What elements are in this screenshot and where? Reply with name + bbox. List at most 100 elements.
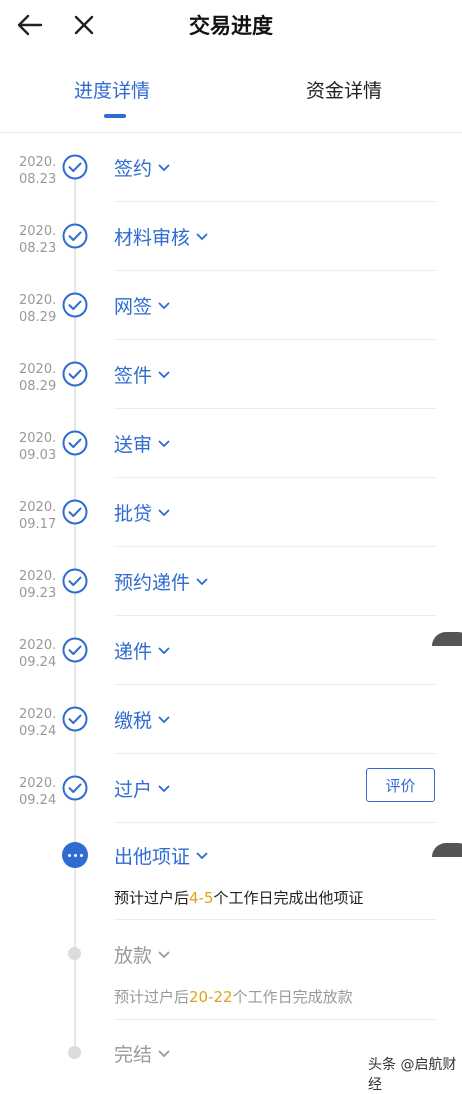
step-date-day: 09.03 [19,448,57,463]
check-circle-icon [62,292,88,318]
step-date-year: 2020. [19,224,57,239]
divider [114,919,436,920]
step-date-year: 2020. [19,362,57,377]
step-label[interactable]: 签件 [114,361,170,388]
step-date-day: 09.24 [19,793,57,808]
step-date-year: 2020. [19,500,57,515]
divider [114,477,436,478]
check-circle-icon [62,706,88,732]
step-date: 2020. 09.23 [19,568,59,602]
desc-prefix: 预计过户后 [114,988,190,1006]
chevron-down-icon [158,370,170,379]
current-step-description: 预计过户后4-5个工作日完成出他项证 [114,887,364,908]
pending-step-title: 放款 [114,945,153,967]
step-label[interactable]: 送审 [114,430,170,457]
evaluate-button[interactable]: 评价 [366,768,435,802]
step-date: 2020. 08.29 [19,361,59,395]
step-label[interactable]: 过户 [114,775,170,802]
chevron-down-icon [158,784,170,793]
step-title: 签约 [114,158,153,180]
pending-step-complete[interactable]: 完结 [114,1040,170,1067]
header-bar: 交易进度 [0,0,462,50]
divider [114,270,436,271]
divider [114,822,436,823]
check-circle-icon [62,775,88,801]
chevron-down-icon [158,950,170,959]
pending-step-loan[interactable]: 放款 [114,941,170,968]
step-date-day: 08.29 [19,379,57,394]
step-date-year: 2020. [19,155,57,170]
step-title: 送审 [114,434,153,456]
chevron-down-icon [196,232,208,241]
step-label[interactable]: 签约 [114,154,170,181]
step-label[interactable]: 缴税 [114,706,170,733]
step-label[interactable]: 批贷 [114,499,170,526]
chevron-down-icon [196,851,208,860]
pending-step-title: 完结 [114,1044,153,1066]
divider [114,201,436,202]
check-circle-icon [62,430,88,456]
divider [114,339,436,340]
step-date-year: 2020. [19,431,57,446]
step-date-day: 09.24 [19,655,57,670]
step-date: 2020. 09.24 [19,706,59,740]
step-date-year: 2020. [19,293,57,308]
step-date-day: 09.17 [19,517,57,532]
step-title: 预约递件 [114,572,191,594]
step-label[interactable]: 递件 [114,637,170,664]
current-step-label[interactable]: 出他项证 [114,842,208,869]
pending-step-description: 预计过户后20-22个工作日完成放款 [114,986,353,1007]
step-date-year: 2020. [19,707,57,722]
step-date-day: 08.23 [19,172,57,187]
chevron-down-icon [158,163,170,172]
divider [114,753,436,754]
step-date: 2020. 08.29 [19,292,59,326]
active-tab-indicator [104,114,126,118]
step-date-day: 08.23 [19,241,57,256]
step-date-year: 2020. [19,638,57,653]
step-date-day: 08.29 [19,310,57,325]
step-date: 2020. 08.23 [19,223,59,257]
check-circle-icon [62,223,88,249]
step-date-day: 09.23 [19,586,57,601]
step-date: 2020. 09.17 [19,499,59,533]
step-date: 2020. 09.24 [19,775,59,809]
tab-progress-details[interactable]: 进度详情 [74,76,150,103]
desc-suffix: 个工作日完成放款 [232,988,353,1006]
step-title: 材料审核 [114,227,191,249]
pending-dot-icon [68,947,81,960]
desc-suffix: 个工作日完成出他项证 [213,889,364,907]
step-title: 递件 [114,641,153,663]
step-date-day: 09.24 [19,724,57,739]
floating-side-handle[interactable] [432,632,462,646]
watermark-text: 头条 @启航财经 [368,1057,457,1093]
step-date-year: 2020. [19,776,57,791]
current-step-title: 出他项证 [114,846,191,868]
step-label[interactable]: 网签 [114,292,170,319]
step-title: 过户 [114,779,153,801]
tab-bar: 进度详情 资金详情 [0,50,462,133]
step-date: 2020. 09.24 [19,637,59,671]
chevron-down-icon [158,715,170,724]
step-title: 网签 [114,296,153,318]
step-date-year: 2020. [19,569,57,584]
check-circle-icon [62,568,88,594]
floating-side-handle[interactable] [432,843,462,857]
step-label[interactable]: 材料审核 [114,223,208,250]
check-circle-icon [62,637,88,663]
divider [114,546,436,547]
pending-dot-icon [68,1046,81,1059]
tab-funds-details[interactable]: 资金详情 [306,76,382,103]
chevron-down-icon [158,439,170,448]
page-title: 交易进度 [189,14,273,38]
divider [114,684,436,685]
step-label[interactable]: 预约递件 [114,568,208,595]
chevron-down-icon [158,646,170,655]
divider [114,1019,436,1020]
check-circle-icon [62,361,88,387]
divider [114,408,436,409]
check-circle-icon [62,154,88,180]
step-date: 2020. 08.23 [19,154,59,188]
chevron-down-icon [158,301,170,310]
chevron-down-icon [196,577,208,586]
